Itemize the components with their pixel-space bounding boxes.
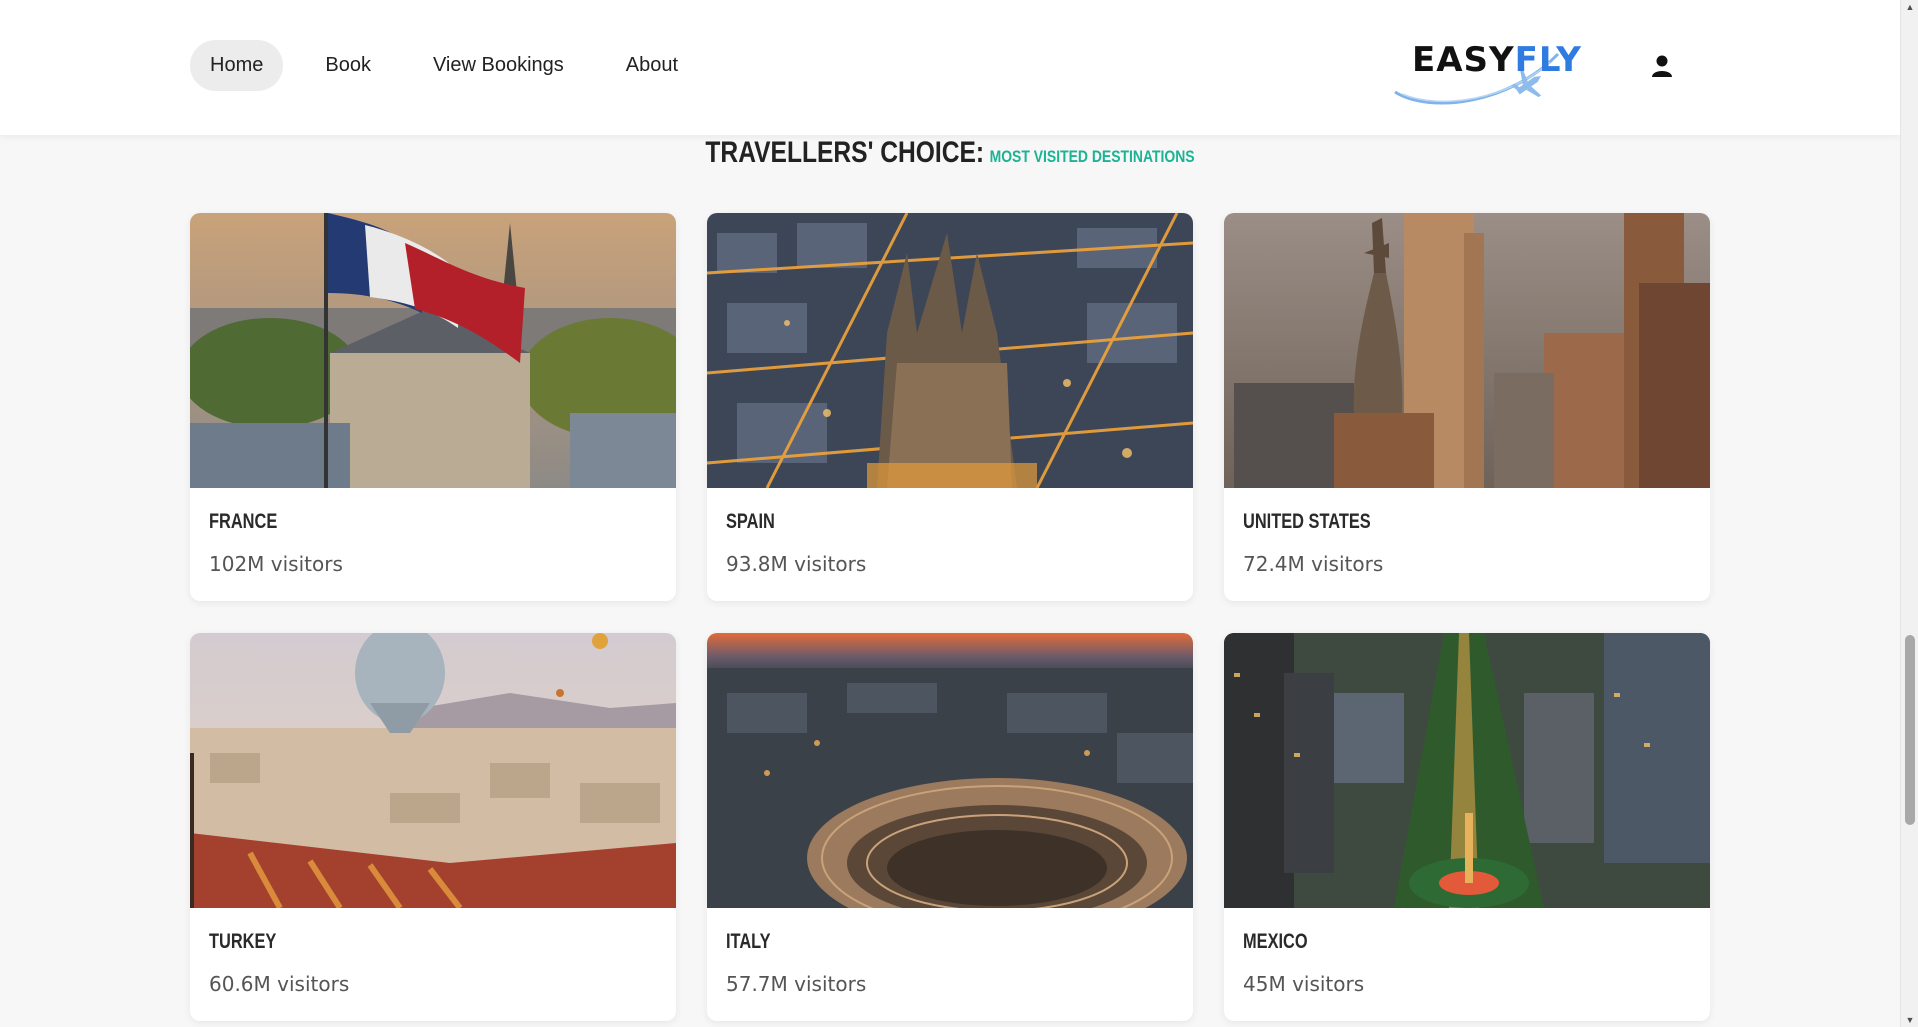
nav-home[interactable]: Home [190, 40, 284, 91]
logo-fly: FLY [1514, 40, 1582, 80]
nav-about[interactable]: About [606, 40, 698, 91]
scroll-up-icon[interactable]: ▲ [1905, 2, 1915, 12]
destination-name: UNITED STATES [1243, 510, 1371, 533]
card-body: TURKEY 60.6M visitors [190, 908, 676, 996]
destination-name: FRANCE [209, 510, 278, 533]
destination-name: ITALY [726, 930, 771, 953]
section-title-main: TRAVELLERS' CHOICE: [705, 136, 985, 169]
logo-easy: EASY [1412, 40, 1515, 80]
destination-card-spain[interactable]: SPAIN 93.8M visitors [707, 213, 1193, 601]
user-icon[interactable] [1648, 52, 1676, 80]
destination-card-mexico[interactable]: MEXICO 45M visitors [1224, 633, 1710, 1021]
card-body: SPAIN 93.8M visitors [707, 488, 1193, 576]
card-body: FRANCE 102M visitors [190, 488, 676, 576]
card-body: ITALY 57.7M visitors [707, 908, 1193, 996]
mexico-icon [1224, 633, 1710, 908]
destinations-grid: FRANCE 102M visitors SPAIN 93.8M visitor… [190, 213, 1711, 1021]
card-body: MEXICO 45M visitors [1224, 908, 1710, 996]
destination-name: TURKEY [209, 930, 277, 953]
destination-card-italy[interactable]: ITALY 57.7M visitors [707, 633, 1193, 1021]
scroll-thumb[interactable] [1905, 635, 1915, 825]
destination-visitors: 72.4M visitors [1243, 552, 1384, 576]
destination-visitors: 93.8M visitors [726, 552, 867, 576]
destination-name: SPAIN [726, 510, 775, 533]
italy-image [707, 633, 1193, 908]
destination-card-united-states[interactable]: UNITED STATES 72.4M visitors [1224, 213, 1710, 601]
united-states-image [1224, 213, 1710, 488]
destination-visitors: 102M visitors [209, 552, 343, 576]
destination-visitors: 60.6M visitors [209, 972, 350, 996]
united-states-icon [1224, 213, 1710, 488]
section-title-sub: MOST VISITED DESTINATIONS [989, 147, 1195, 166]
scroll-down-icon[interactable]: ▼ [1905, 1015, 1915, 1025]
spain-image [707, 213, 1193, 488]
italy-icon [707, 633, 1193, 908]
turkey-icon [190, 633, 676, 908]
card-body: UNITED STATES 72.4M visitors [1224, 488, 1710, 576]
turkey-image [190, 633, 676, 908]
destination-card-turkey[interactable]: TURKEY 60.6M visitors [190, 633, 676, 1021]
page-scrollbar[interactable]: ▲ ▼ [1900, 0, 1918, 1027]
destination-visitors: 57.7M visitors [726, 972, 867, 996]
spain-icon [707, 213, 1193, 488]
france-icon [190, 213, 676, 488]
main-nav: Home Book View Bookings About [190, 40, 698, 91]
destination-visitors: 45M visitors [1243, 972, 1365, 996]
nav-view-bookings[interactable]: View Bookings [413, 40, 584, 91]
destination-card-france[interactable]: FRANCE 102M visitors [190, 213, 676, 601]
france-image [190, 213, 676, 488]
destination-name: MEXICO [1243, 930, 1308, 953]
logo-text: EASYFLY [1412, 40, 1582, 80]
mexico-image [1224, 633, 1710, 908]
page: Home Book View Bookings About EASYFLY TR… [0, 0, 1900, 1027]
easyfly-logo[interactable]: EASYFLY [1390, 34, 1581, 114]
section-title: TRAVELLERS' CHOICE: MOST VISITED DESTINA… [171, 136, 1729, 170]
navbar: Home Book View Bookings About EASYFLY [0, 0, 1900, 135]
nav-book[interactable]: Book [305, 40, 391, 91]
